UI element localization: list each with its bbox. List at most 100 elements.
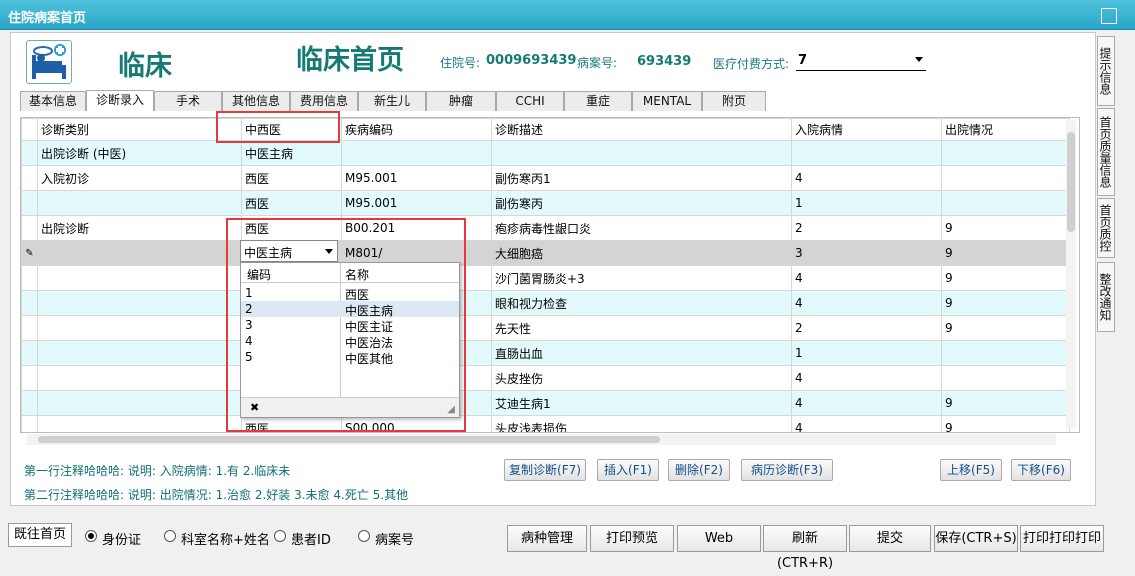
table-cell[interactable]: 9 [941,265,1070,291]
table-cell[interactable]: 先天性 [491,315,792,341]
table-cell[interactable]: 4 [791,265,942,291]
table-row[interactable]: 西医 S00.000 头皮浅表损伤 4 9 [21,415,1070,432]
table-cell[interactable] [37,415,242,432]
payment-method-select[interactable]: 7 [796,53,926,71]
tab-surgery[interactable]: 手术 [154,91,222,111]
table-cell[interactable]: 直肠出血 [491,340,792,366]
column-header[interactable]: 出院情况 [941,118,1070,141]
tab-basic-info[interactable]: 基本信息 [20,91,86,111]
radio-record-no[interactable] [358,530,370,542]
table-cell[interactable]: 2 [791,315,942,341]
table-cell[interactable] [341,140,492,166]
radio-id-card[interactable] [85,530,97,542]
side-tab-rectify-notice[interactable]: 整改通知 [1097,262,1115,332]
table-row[interactable]: 入院初诊 西医 M95.001 副伤寒丙1 4 [21,165,1070,191]
table-cell[interactable] [37,340,242,366]
table-cell[interactable] [941,365,1070,391]
move-down-button[interactable]: 下移(F6) [1011,459,1071,481]
column-header[interactable]: 入院病情 [791,118,942,141]
maximize-button[interactable] [1101,8,1117,24]
insert-button[interactable]: 插入(F1) [597,459,659,481]
refresh-button[interactable]: 刷新(CTR+R) [763,525,847,571]
horizontal-scroll-thumb[interactable] [38,436,660,443]
table-row[interactable]: 沙门菌胃肠炎+3 4 9 [21,265,1070,291]
table-cell[interactable] [37,390,242,416]
radio-patient-id[interactable] [274,530,286,542]
table-cell[interactable]: 4 [791,415,942,432]
table-cell[interactable]: 头皮挫伤 [491,365,792,391]
table-cell[interactable]: 2 [791,215,942,241]
table-row[interactable]: 直肠出血 1 [21,340,1070,366]
tab-mental[interactable]: MENTAL [632,91,702,111]
table-row[interactable]: 头皮挫伤 4 [21,365,1070,391]
table-cell[interactable]: 4 [791,165,942,191]
copy-diagnosis-button[interactable]: 复制诊断(F7) [504,459,586,481]
table-cell[interactable]: 出院诊断 [37,215,242,241]
tab-tumor[interactable]: 肿瘤 [426,91,496,111]
table-cell[interactable]: 9 [941,315,1070,341]
table-cell[interactable]: 9 [941,390,1070,416]
side-tab-hint-info[interactable]: 提示信息 [1097,36,1115,106]
table-cell[interactable]: 1 [791,190,942,216]
tab-diagnosis-entry[interactable]: 诊断录入 [86,90,154,111]
table-cell[interactable]: 艾迪生病1 [491,390,792,416]
disease-management-button[interactable]: 病种管理 [507,525,587,552]
table-cell[interactable] [37,315,242,341]
column-header[interactable]: 诊断类别 [37,118,242,141]
table-cell[interactable] [941,340,1070,366]
tab-other-info[interactable]: 其他信息 [222,91,290,111]
table-row[interactable]: 先天性 2 9 [21,315,1070,341]
delete-button[interactable]: 删除(F2) [668,459,730,481]
table-cell[interactable]: 3 [791,240,942,266]
table-cell[interactable]: 副伤寒丙1 [491,165,792,191]
tab-appendix[interactable]: 附页 [702,91,766,111]
table-cell[interactable] [791,140,942,166]
table-row[interactable]: 出院诊断 西医 B00.201 疱疹病毒性龈口炎 2 9 [21,215,1070,241]
table-cell[interactable]: 沙门菌胃肠炎+3 [491,265,792,291]
radio-dept-name[interactable] [164,530,176,542]
table-cell[interactable]: 4 [791,365,942,391]
table-cell[interactable]: 大细胞癌 [491,240,792,266]
table-cell[interactable] [941,140,1070,166]
table-cell[interactable]: 眼和视力检查 [491,290,792,316]
table-cell[interactable] [491,140,792,166]
table-cell[interactable]: 头皮浅表损伤 [491,415,792,432]
table-cell[interactable] [941,165,1070,191]
move-up-button[interactable]: 上移(F5) [940,459,1002,481]
table-cell[interactable]: 西医 [241,165,342,191]
print-preview-button[interactable]: 打印预览 [590,525,674,552]
vertical-scroll-thumb[interactable] [1067,132,1075,232]
table-cell[interactable] [37,290,242,316]
tab-cchi[interactable]: CCHI [496,91,564,111]
table-cell[interactable]: M95.001 [341,190,492,216]
table-cell[interactable]: 中医主病 [241,140,342,166]
previous-home-button[interactable]: 既往首页 [8,523,72,547]
table-cell[interactable]: 副伤寒丙 [491,190,792,216]
table-cell[interactable]: M95.001 [341,165,492,191]
save-button[interactable]: 保存(CTR+S) [934,525,1018,552]
table-row[interactable]: 艾迪生病1 4 9 [21,390,1070,416]
column-header[interactable]: 诊断描述 [491,118,792,141]
table-row[interactable]: ✎中医主病M801/大细胞癌39 [21,240,1070,266]
history-diagnosis-button[interactable]: 病历诊断(F3) [741,459,833,481]
side-tab-quality-info[interactable]: 首页质量信息 [1097,108,1115,196]
table-cell[interactable]: 4 [791,290,942,316]
table-cell[interactable]: 疱疹病毒性龈口炎 [491,215,792,241]
table-cell[interactable] [37,240,242,266]
table-row[interactable]: 西医 M95.001 副伤寒丙 1 [21,190,1070,216]
table-cell[interactable]: 4 [791,390,942,416]
tab-icu[interactable]: 重症 [564,91,632,111]
table-row[interactable]: 出院诊断 (中医) 中医主病 [21,140,1070,166]
tab-newborn[interactable]: 新生儿 [358,91,426,111]
table-cell[interactable]: 1 [791,340,942,366]
table-cell[interactable] [37,190,242,216]
print-button[interactable]: 打印打印打印 [1020,525,1104,552]
table-cell[interactable]: 9 [941,415,1070,432]
web-button[interactable]: Web [677,525,761,552]
side-tab-quality-control[interactable]: 首页质控 [1097,198,1115,258]
table-cell[interactable]: 9 [941,215,1070,241]
table-cell[interactable]: 西医 [241,190,342,216]
table-cell[interactable] [941,190,1070,216]
table-cell[interactable] [37,365,242,391]
column-header[interactable]: 疾病编码 [341,118,492,141]
